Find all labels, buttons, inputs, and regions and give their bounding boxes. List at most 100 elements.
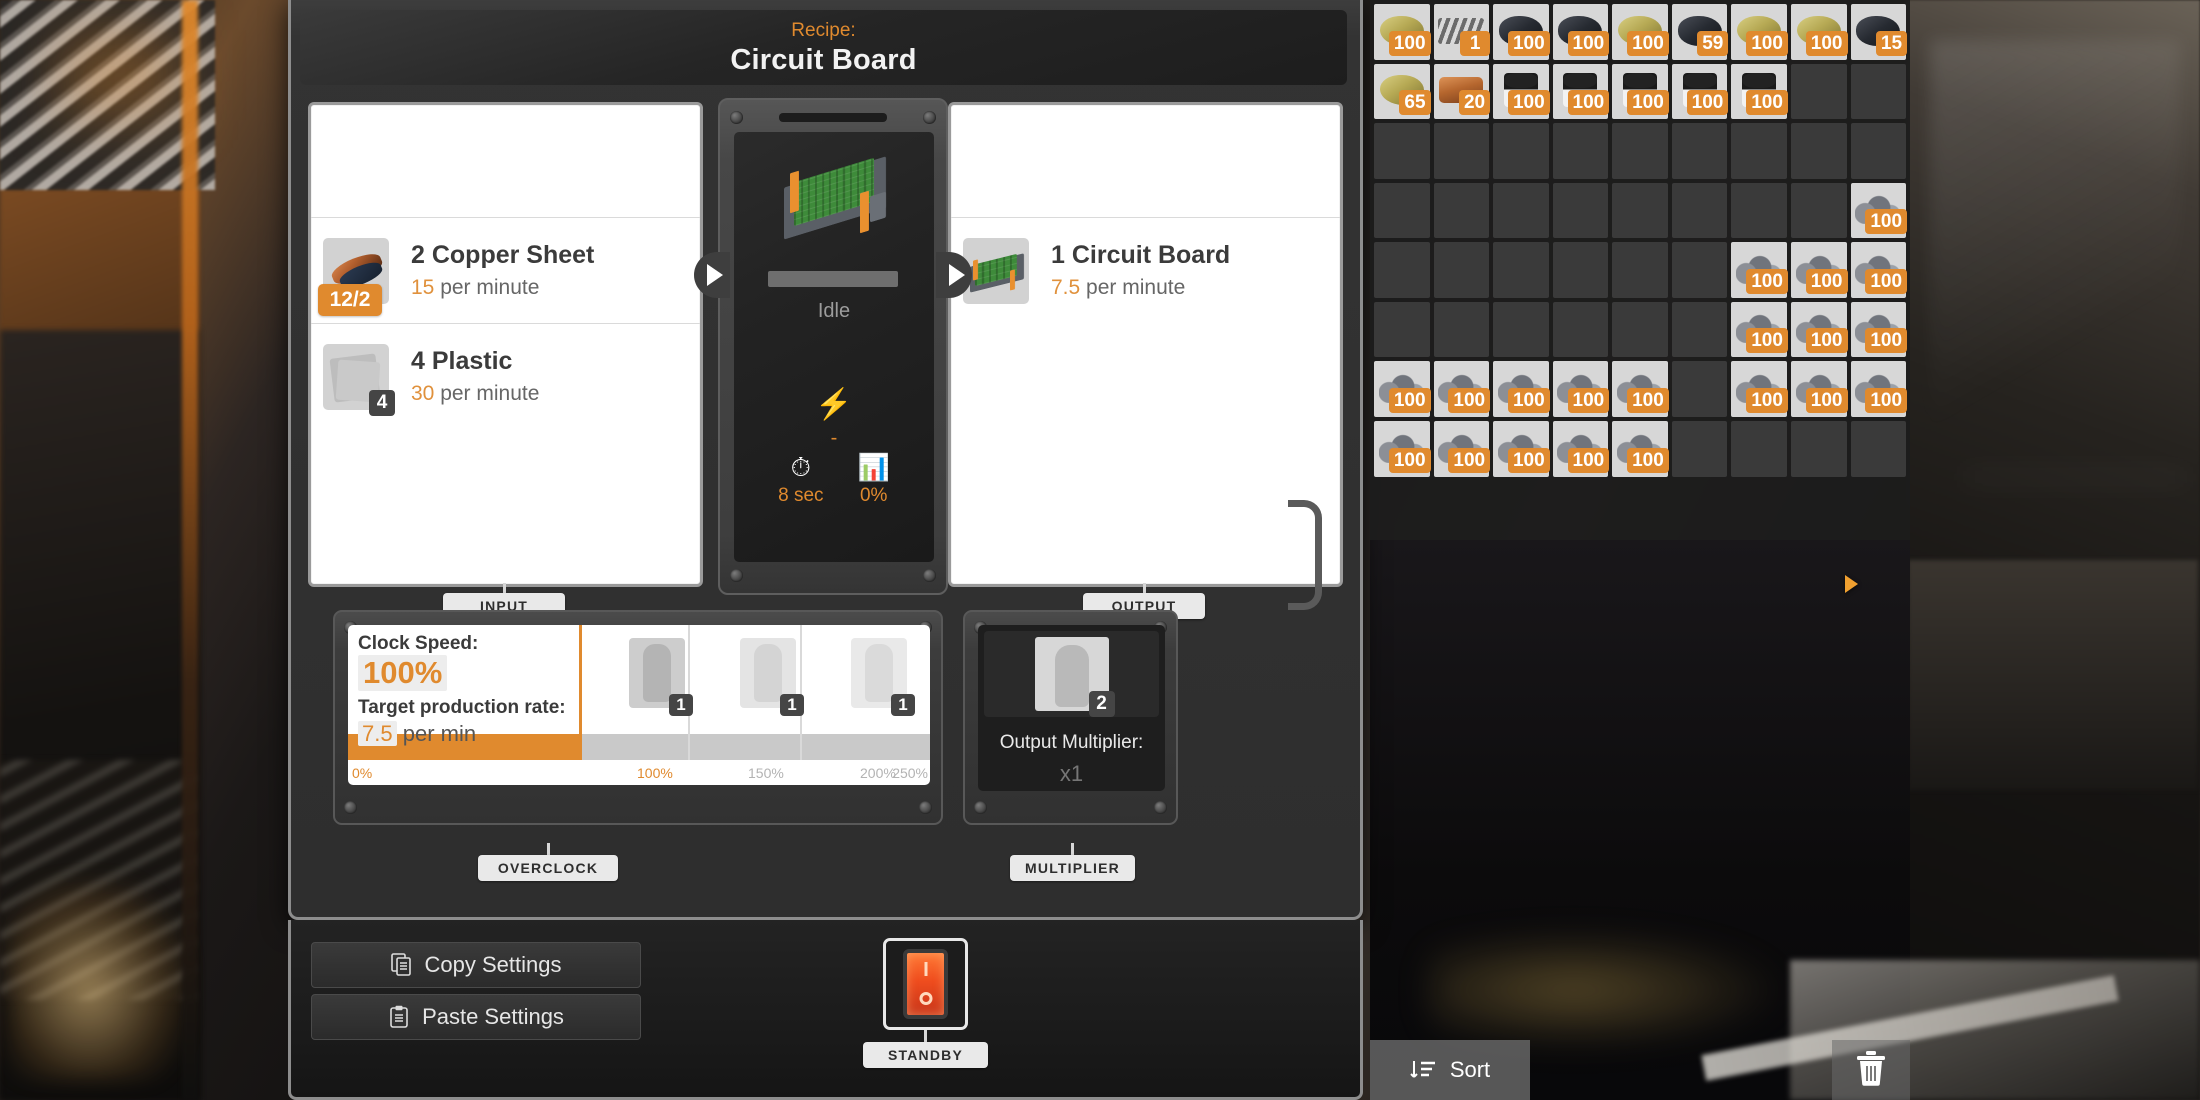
inventory-slot-empty[interactable] bbox=[1552, 242, 1609, 298]
inventory-slot-filled[interactable]: 59 bbox=[1671, 4, 1729, 60]
inventory-slot-filled[interactable]: 100 bbox=[1731, 4, 1788, 60]
inventory-slot-filled[interactable]: 100 bbox=[1433, 361, 1491, 417]
inventory-slot-empty[interactable] bbox=[1493, 301, 1549, 358]
inventory-slot-empty[interactable] bbox=[1671, 242, 1728, 298]
inventory-slot-filled[interactable]: 100 bbox=[1731, 63, 1788, 120]
paste-settings-button[interactable]: Paste Settings bbox=[311, 994, 641, 1040]
output-multiplier-value: x1 bbox=[1059, 761, 1084, 786]
inventory-slot-empty[interactable] bbox=[1612, 182, 1668, 239]
inventory-slot-empty[interactable] bbox=[1374, 123, 1430, 179]
inventory-slot-count: 15 bbox=[1875, 30, 1908, 56]
output-slot-circuit-board[interactable]: 1 Circuit Board 7.5 per minute bbox=[951, 217, 1340, 323]
power-shard-slot-3[interactable]: 1 bbox=[851, 638, 915, 716]
inventory-slot-filled[interactable]: 20 bbox=[1433, 63, 1491, 120]
inventory-slot-filled[interactable]: 100 bbox=[1790, 242, 1848, 298]
inventory-slot-filled[interactable]: 100 bbox=[1552, 420, 1610, 477]
inventory-slot-empty[interactable] bbox=[1671, 420, 1728, 477]
inventory-slot-empty[interactable] bbox=[1612, 123, 1668, 179]
copy-settings-button[interactable]: Copy Settings bbox=[311, 942, 641, 988]
inventory-slot-count: 100 bbox=[1507, 387, 1550, 413]
input-panel: 12/2 2 Copper Sheet 15 per minute 4 4 Pl… bbox=[308, 102, 703, 587]
overclock-slider-handle[interactable] bbox=[578, 625, 582, 760]
inventory-slot-empty[interactable] bbox=[1790, 63, 1847, 120]
inventory-slot-empty[interactable] bbox=[1374, 242, 1430, 298]
inventory-slot-empty[interactable] bbox=[1433, 123, 1490, 179]
inventory-slot-empty[interactable] bbox=[1374, 182, 1430, 239]
inventory-slot-filled[interactable]: 100 bbox=[1612, 4, 1669, 60]
scale-tick-200: 200% bbox=[860, 765, 896, 781]
inventory-slot-filled[interactable]: 100 bbox=[1731, 301, 1788, 358]
inventory-slot-empty[interactable] bbox=[1790, 123, 1847, 179]
inventory-slot-empty[interactable] bbox=[1790, 420, 1847, 477]
target-rate-value[interactable]: 7.5 bbox=[358, 721, 397, 746]
inventory-slot-filled[interactable]: 100 bbox=[1493, 4, 1550, 60]
inventory-slot-filled[interactable]: 100 bbox=[1850, 301, 1908, 358]
power-shard-slot-2[interactable]: 1 bbox=[740, 638, 804, 716]
inventory-slot-filled[interactable]: 1 bbox=[1433, 4, 1491, 60]
sort-button[interactable]: Sort bbox=[1370, 1040, 1530, 1100]
inventory-slot-filled[interactable]: 100 bbox=[1790, 301, 1848, 358]
inventory-slot-filled[interactable]: 100 bbox=[1433, 420, 1491, 477]
inventory-slot-empty[interactable] bbox=[1790, 182, 1847, 239]
inventory-slot-empty[interactable] bbox=[1612, 242, 1668, 298]
inventory-slot-filled[interactable]: 100 bbox=[1731, 361, 1788, 417]
inventory-slot-filled[interactable]: 100 bbox=[1493, 420, 1550, 477]
input-slot-plastic[interactable]: 4 4 Plastic 30 per minute bbox=[311, 323, 700, 429]
inventory-slot-count: 100 bbox=[1805, 387, 1848, 413]
input-slot-copper-sheet[interactable]: 12/2 2 Copper Sheet 15 per minute bbox=[311, 217, 700, 323]
standby-tab[interactable]: STANDBY bbox=[863, 1042, 988, 1068]
inventory-slot-empty[interactable] bbox=[1731, 123, 1787, 179]
inventory-slot-filled[interactable]: 15 bbox=[1850, 4, 1908, 60]
inventory-slot-filled[interactable]: 100 bbox=[1374, 361, 1431, 417]
inventory-slot-empty[interactable] bbox=[1552, 182, 1609, 239]
inventory-slot-empty[interactable] bbox=[1612, 301, 1668, 358]
inventory-slot-count: 100 bbox=[1507, 90, 1550, 116]
inventory-slot-count: 100 bbox=[1567, 90, 1610, 116]
inventory-slot-filled[interactable]: 100 bbox=[1493, 63, 1550, 120]
inventory-slot-filled[interactable]: 100 bbox=[1850, 361, 1908, 417]
inventory-slot-filled[interactable]: 65 bbox=[1374, 63, 1431, 120]
inventory-slot-filled[interactable]: 100 bbox=[1374, 420, 1431, 477]
inventory-slot-empty[interactable] bbox=[1731, 420, 1787, 477]
inventory-slot-empty[interactable] bbox=[1493, 182, 1549, 239]
standby-toggle[interactable] bbox=[883, 938, 968, 1030]
inventory-slot-filled[interactable]: 100 bbox=[1731, 242, 1788, 298]
clock-speed-value[interactable]: 100% bbox=[358, 655, 448, 691]
inventory-slot-empty[interactable] bbox=[1433, 182, 1490, 239]
inventory-slot-filled[interactable]: 100 bbox=[1850, 182, 1908, 239]
inventory-slot-empty[interactable] bbox=[1433, 301, 1490, 358]
inventory-slot-filled[interactable]: 100 bbox=[1790, 361, 1848, 417]
power-shard-slot-1[interactable]: 1 bbox=[629, 638, 693, 716]
inventory-slot-empty[interactable] bbox=[1731, 182, 1787, 239]
inventory-slot-empty[interactable] bbox=[1493, 242, 1549, 298]
inventory-slot-filled[interactable]: 100 bbox=[1493, 361, 1550, 417]
multiplier-item-slot[interactable]: 2 bbox=[1034, 637, 1115, 717]
inventory-slot-filled[interactable]: 100 bbox=[1671, 63, 1729, 120]
inventory-slot-filled[interactable]: 100 bbox=[1612, 420, 1669, 477]
inventory-slot-empty[interactable] bbox=[1671, 301, 1728, 358]
overclock-tab[interactable]: OVERCLOCK bbox=[478, 855, 618, 881]
inventory-slot-filled[interactable]: 100 bbox=[1850, 242, 1908, 298]
multiplier-tab[interactable]: MULTIPLIER bbox=[1010, 855, 1135, 881]
inventory-slot-filled[interactable]: 100 bbox=[1552, 4, 1610, 60]
inventory-slot-empty[interactable] bbox=[1671, 182, 1728, 239]
cycle-time-stat: ⏱ 8 sec bbox=[778, 452, 823, 507]
inventory-slot-filled[interactable]: 100 bbox=[1612, 361, 1669, 417]
inventory-slot-empty[interactable] bbox=[1493, 123, 1549, 179]
inventory-slot-filled[interactable]: 100 bbox=[1790, 4, 1848, 60]
inventory-slot-filled[interactable]: 100 bbox=[1374, 4, 1431, 60]
inventory-slot-empty[interactable] bbox=[1850, 123, 1907, 179]
inventory-slot-empty[interactable] bbox=[1850, 420, 1907, 477]
inventory-slot-empty[interactable] bbox=[1671, 123, 1728, 179]
input-badge-plastic: 4 bbox=[369, 389, 395, 416]
trash-button[interactable] bbox=[1832, 1040, 1910, 1100]
inventory-slot-filled[interactable]: 100 bbox=[1552, 361, 1610, 417]
inventory-slot-filled[interactable]: 100 bbox=[1612, 63, 1669, 120]
inventory-slot-empty[interactable] bbox=[1671, 361, 1728, 417]
inventory-slot-filled[interactable]: 100 bbox=[1552, 63, 1610, 120]
inventory-slot-empty[interactable] bbox=[1433, 242, 1490, 298]
inventory-slot-empty[interactable] bbox=[1374, 301, 1430, 358]
inventory-slot-empty[interactable] bbox=[1850, 63, 1907, 120]
inventory-slot-empty[interactable] bbox=[1552, 301, 1609, 358]
inventory-slot-empty[interactable] bbox=[1552, 123, 1609, 179]
